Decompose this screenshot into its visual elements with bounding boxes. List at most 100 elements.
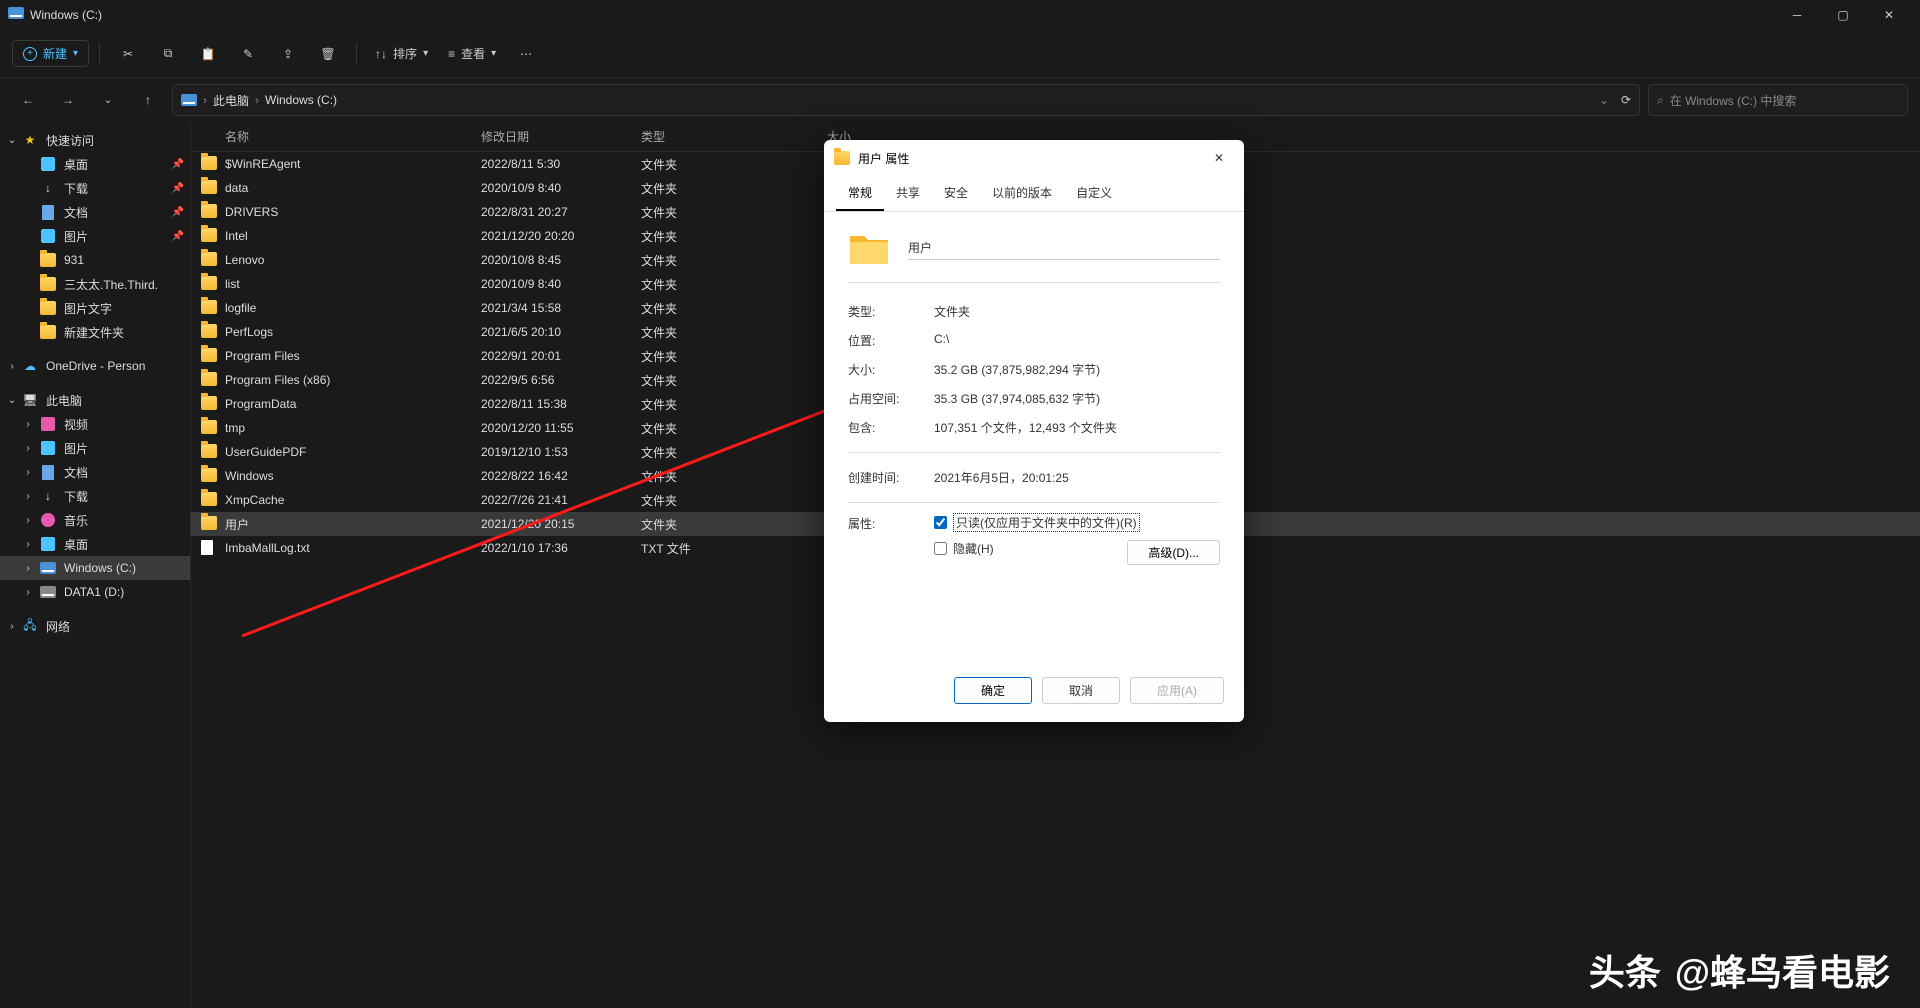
document-icon: [40, 464, 56, 480]
sidebar-folder-931[interactable]: 931: [0, 248, 190, 272]
file-type: 文件夹: [631, 348, 761, 365]
picture-icon: [40, 440, 56, 456]
file-date: 2022/8/31 20:27: [471, 205, 631, 219]
folder-icon: [201, 468, 217, 484]
picture-icon: [40, 228, 56, 244]
back-button[interactable]: ←: [12, 84, 44, 116]
sidebar-desktop2[interactable]: ›桌面: [0, 532, 190, 556]
dialog-title: 用户 属性: [858, 150, 1196, 167]
apply-button[interactable]: 应用(A): [1130, 677, 1224, 704]
folder-icon: [848, 230, 890, 266]
col-type[interactable]: 类型: [631, 128, 761, 145]
cut-button[interactable]: ✂: [110, 38, 146, 70]
sidebar-thispc[interactable]: ⌄此电脑: [0, 388, 190, 412]
col-date[interactable]: 修改日期: [471, 128, 631, 145]
delete-button[interactable]: 🗑: [310, 38, 346, 70]
folder-name-input[interactable]: [908, 237, 1220, 260]
tab-security[interactable]: 安全: [932, 176, 980, 211]
sidebar-desktop[interactable]: 桌面📌: [0, 152, 190, 176]
more-button[interactable]: ⋯: [508, 38, 544, 70]
rename-icon: ✎: [243, 47, 253, 61]
file-date: 2022/7/26 21:41: [471, 493, 631, 507]
file-type: 文件夹: [631, 252, 761, 269]
recent-button[interactable]: ⌄: [92, 84, 124, 116]
refresh-button[interactable]: ⟳: [1621, 93, 1631, 107]
file-name: DRIVERS: [225, 205, 278, 219]
breadcrumb-pc[interactable]: 此电脑: [213, 92, 249, 109]
pin-icon: 📌: [172, 159, 184, 170]
sidebar-onedrive[interactable]: ›OneDrive - Person: [0, 354, 190, 378]
rename-button[interactable]: ✎: [230, 38, 266, 70]
share-button[interactable]: ⇪: [270, 38, 306, 70]
file-type: 文件夹: [631, 396, 761, 413]
sidebar-documents2[interactable]: ›文档: [0, 460, 190, 484]
search-icon: ⌕: [1657, 93, 1664, 108]
tab-share[interactable]: 共享: [884, 176, 932, 211]
desktop-icon: [40, 536, 56, 552]
prop-location: C:\: [934, 332, 1220, 349]
sidebar-ddrive[interactable]: ›DATA1 (D:): [0, 580, 190, 604]
prop-created: 2021年6月5日，20:01:25: [934, 469, 1220, 486]
sidebar-pictures2[interactable]: ›图片: [0, 436, 190, 460]
cloud-icon: [22, 358, 38, 374]
music-icon: [40, 512, 56, 528]
sort-button[interactable]: ↑↓ 排序 ▾: [367, 41, 436, 66]
chevron-down-icon[interactable]: ⌄: [1599, 93, 1609, 107]
file-name: ProgramData: [225, 397, 296, 411]
close-button[interactable]: ✕: [1866, 0, 1912, 30]
sidebar-pictures[interactable]: 图片📌: [0, 224, 190, 248]
ok-button[interactable]: 确定: [954, 677, 1032, 704]
file-name: data: [225, 181, 248, 195]
cut-icon: ✂: [123, 47, 133, 61]
new-button[interactable]: + 新建 ▾: [12, 40, 89, 67]
minimize-button[interactable]: ─: [1774, 0, 1820, 30]
copy-button[interactable]: ⧉: [150, 38, 186, 70]
breadcrumb-drive[interactable]: Windows (C:): [265, 93, 337, 107]
folder-icon: [40, 324, 56, 340]
sidebar-downloads2[interactable]: ›下载: [0, 484, 190, 508]
advanced-button[interactable]: 高级(D)...: [1127, 540, 1220, 565]
sidebar-folder-pictext[interactable]: 图片文字: [0, 296, 190, 320]
forward-button[interactable]: →: [52, 84, 84, 116]
file-name: ImbaMallLog.txt: [225, 541, 310, 555]
sidebar-folder-third[interactable]: 三太太.The.Third.: [0, 272, 190, 296]
file-date: 2021/6/5 20:10: [471, 325, 631, 339]
view-button[interactable]: ≡ 查看 ▾: [440, 41, 504, 66]
drive-icon: [40, 560, 56, 576]
file-type: 文件夹: [631, 444, 761, 461]
dialog-close-button[interactable]: ✕: [1204, 143, 1234, 173]
cancel-button[interactable]: 取消: [1042, 677, 1120, 704]
col-name[interactable]: 名称: [191, 128, 471, 145]
maximize-button[interactable]: ▢: [1820, 0, 1866, 30]
folder-icon: [201, 204, 217, 220]
sidebar-documents[interactable]: 文档📌: [0, 200, 190, 224]
sidebar-videos[interactable]: ›视频: [0, 412, 190, 436]
tab-general[interactable]: 常规: [836, 176, 884, 211]
hidden-checkbox[interactable]: 隐藏(H): [934, 540, 1127, 557]
file-type: 文件夹: [631, 492, 761, 509]
sidebar-quick-access[interactable]: ⌄快速访问: [0, 128, 190, 152]
address-bar[interactable]: › 此电脑 › Windows (C:) ⌄ ⟳: [172, 84, 1640, 116]
file-name: Program Files: [225, 349, 300, 363]
sidebar-downloads[interactable]: 下载📌: [0, 176, 190, 200]
paste-button[interactable]: 📋: [190, 38, 226, 70]
tab-custom[interactable]: 自定义: [1064, 176, 1124, 211]
file-date: 2020/12/20 11:55: [471, 421, 631, 435]
trash-icon: 🗑: [320, 47, 335, 61]
file-date: 2020/10/9 8:40: [471, 277, 631, 291]
file-name: Intel: [225, 229, 248, 243]
sidebar-cdrive[interactable]: ›Windows (C:): [0, 556, 190, 580]
readonly-checkbox[interactable]: 只读(仅应用于文件夹中的文件)(R): [934, 513, 1220, 532]
search-input[interactable]: ⌕ 在 Windows (C:) 中搜索: [1648, 84, 1908, 116]
file-name: tmp: [225, 421, 245, 435]
tab-previous[interactable]: 以前的版本: [980, 176, 1064, 211]
download-icon: [40, 488, 56, 504]
file-date: 2022/8/22 16:42: [471, 469, 631, 483]
file-type: 文件夹: [631, 468, 761, 485]
sidebar-music[interactable]: ›音乐: [0, 508, 190, 532]
up-button[interactable]: ↑: [132, 84, 164, 116]
file-name: 用户: [225, 516, 249, 533]
sidebar-folder-new[interactable]: 新建文件夹: [0, 320, 190, 344]
file-type: 文件夹: [631, 156, 761, 173]
sidebar-network[interactable]: ›网络: [0, 614, 190, 638]
